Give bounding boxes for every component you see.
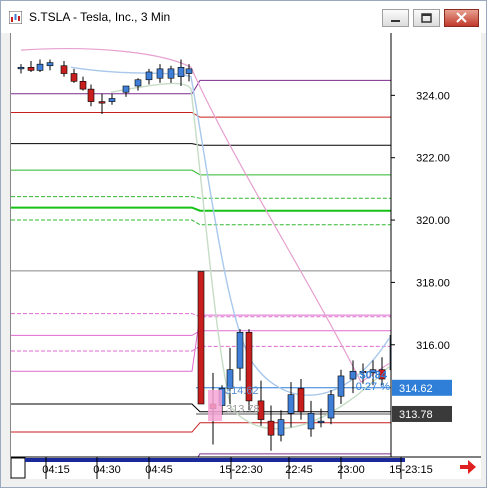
close-button[interactable]	[444, 9, 479, 27]
scroll-track	[25, 458, 405, 462]
y-tick-label: 324.00	[416, 90, 450, 102]
minimize-icon	[391, 20, 400, 22]
level-line	[11, 206, 391, 212]
candle	[287, 394, 295, 414]
candle	[145, 71, 153, 81]
window-title: S.TSLA - Tesla, Inc., 3 Min	[29, 10, 171, 24]
candle	[70, 73, 78, 82]
restore-button[interactable]	[413, 9, 440, 27]
annotation-label: 313.78	[226, 404, 260, 416]
y-tick-label: 316.00	[416, 340, 450, 352]
candle	[87, 88, 95, 102]
candle	[36, 63, 44, 71]
candle	[197, 271, 205, 405]
price-axis: 324.00 322.00 320.00 318.00 316.00 314.62 313.…	[225, 33, 481, 457]
y-tick-label: 318.00	[416, 277, 450, 289]
minimize-button[interactable]	[382, 9, 409, 27]
candle	[277, 419, 285, 436]
price-chart[interactable]: 324.00 322.00 320.00 318.00 316.00 314.62 313.…	[10, 33, 481, 479]
candle	[185, 68, 193, 74]
x-tick-label: 23:00	[337, 464, 365, 476]
candle	[297, 388, 305, 413]
candle	[17, 66, 25, 70]
scroll-box	[10, 457, 26, 479]
x-tick-label: 15-22:30	[219, 464, 262, 476]
level-line	[11, 112, 391, 118]
candle	[236, 331, 244, 369]
candle	[108, 98, 116, 102]
candle	[79, 81, 87, 90]
candle	[60, 65, 68, 74]
candle	[317, 420, 325, 424]
x-tick-label: 15-23:15	[389, 464, 432, 476]
level-line	[11, 143, 391, 146]
candle	[267, 420, 275, 436]
level-line	[11, 79, 391, 95]
highlight-box	[208, 389, 222, 422]
level-line	[11, 196, 391, 199]
restore-icon	[421, 13, 432, 23]
candle	[98, 101, 106, 104]
candle	[27, 66, 35, 71]
time-axis: 04:15 04:30 04:45 15-22:30 22:45 23:00 15-23:1…	[10, 456, 481, 479]
candle	[156, 68, 164, 79]
x-tick-label: 04:15	[42, 464, 70, 476]
candle	[167, 68, 175, 79]
annotation-label: 314.62	[225, 385, 259, 397]
annotation-label: $0.84	[359, 369, 387, 381]
title-bar[interactable]: S.TSLA - Tesla, Inc., 3 Min	[1, 1, 486, 33]
y-tick-label: 320.00	[416, 215, 450, 227]
x-tick-label: 22:45	[285, 464, 313, 476]
chart-window: S.TSLA - Tesla, Inc., 3 Min 324.00 322.00…	[0, 0, 487, 488]
chart-area[interactable]: 324.00 322.00 320.00 318.00 316.00 314.62 313.…	[10, 33, 481, 479]
level-line	[11, 422, 391, 433]
price-label: 313.78	[399, 409, 433, 421]
x-tick-label: 04:45	[145, 464, 173, 476]
price-label: 314.62	[399, 383, 433, 395]
close-icon	[456, 12, 467, 23]
moving-averages	[20, 48, 390, 430]
annotation-label: 0.27 %	[356, 381, 390, 393]
candle	[307, 413, 315, 430]
candle	[122, 85, 130, 93]
y-tick-label: 322.00	[416, 153, 450, 165]
x-tick-label: 04:30	[93, 464, 121, 476]
candle	[134, 79, 142, 87]
candle	[349, 370, 357, 380]
candle	[327, 394, 335, 419]
candle	[46, 62, 54, 67]
level-line	[11, 169, 391, 176]
candle	[337, 375, 345, 397]
scroll-right-arrow-icon[interactable]	[459, 459, 477, 475]
candle	[177, 66, 185, 77]
level-line	[11, 219, 391, 226]
app-icon	[9, 11, 22, 24]
